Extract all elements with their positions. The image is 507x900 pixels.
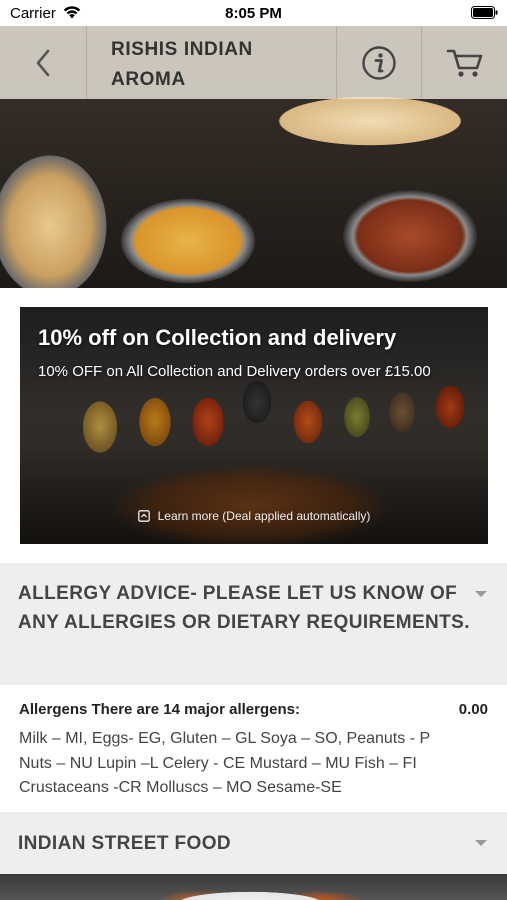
info-button[interactable]	[337, 26, 421, 99]
category-title: INDIAN STREET FOOD	[18, 833, 232, 854]
cart-icon	[446, 49, 482, 77]
header-bar: RISHIS INDIAN AROMA	[0, 26, 507, 99]
promo-title: 10% off on Collection and delivery	[38, 325, 397, 350]
menu-item-price: 0.00	[458, 701, 488, 718]
promo-description: 10% OFF on All Collection and Delivery o…	[38, 363, 431, 380]
menu-item-description: Milk – MI, Eggs- EG, Gluten – GL Soya – …	[19, 730, 430, 796]
category-food-image	[0, 874, 507, 900]
chevron-down-icon	[475, 840, 487, 846]
battery-icon	[471, 6, 498, 19]
category-title: ALLERGY ADVICE- PLEASE LET US KNOW OF AN…	[18, 583, 470, 633]
info-icon	[362, 45, 396, 80]
menu-item[interactable]: Allergens There are 14 major allergens: …	[0, 685, 507, 810]
status-bar: Carrier 8:05 PM	[0, 0, 507, 26]
category-header-allergy[interactable]: ALLERGY ADVICE- PLEASE LET US KNOW OF AN…	[0, 563, 507, 685]
learn-more-link[interactable]: Learn more (Deal applied automatically)	[20, 509, 488, 523]
clock-label: 8:05 PM	[225, 5, 282, 22]
chevron-down-icon	[475, 591, 487, 597]
deal-icon	[137, 510, 150, 522]
learn-more-label: Learn more (Deal applied automatically)	[157, 509, 371, 523]
cart-button[interactable]	[422, 26, 507, 99]
category-header-street-food[interactable]: INDIAN STREET FOOD	[0, 812, 507, 874]
menu-item-name: Allergens There are 14 major allergens:	[19, 701, 300, 718]
restaurant-title: RISHIS INDIAN AROMA	[111, 39, 253, 90]
back-button[interactable]	[0, 26, 86, 99]
header-divider	[86, 26, 87, 99]
chevron-left-icon	[36, 49, 50, 76]
promo-card[interactable]: 10% off on Collection and delivery 10% O…	[20, 307, 488, 544]
